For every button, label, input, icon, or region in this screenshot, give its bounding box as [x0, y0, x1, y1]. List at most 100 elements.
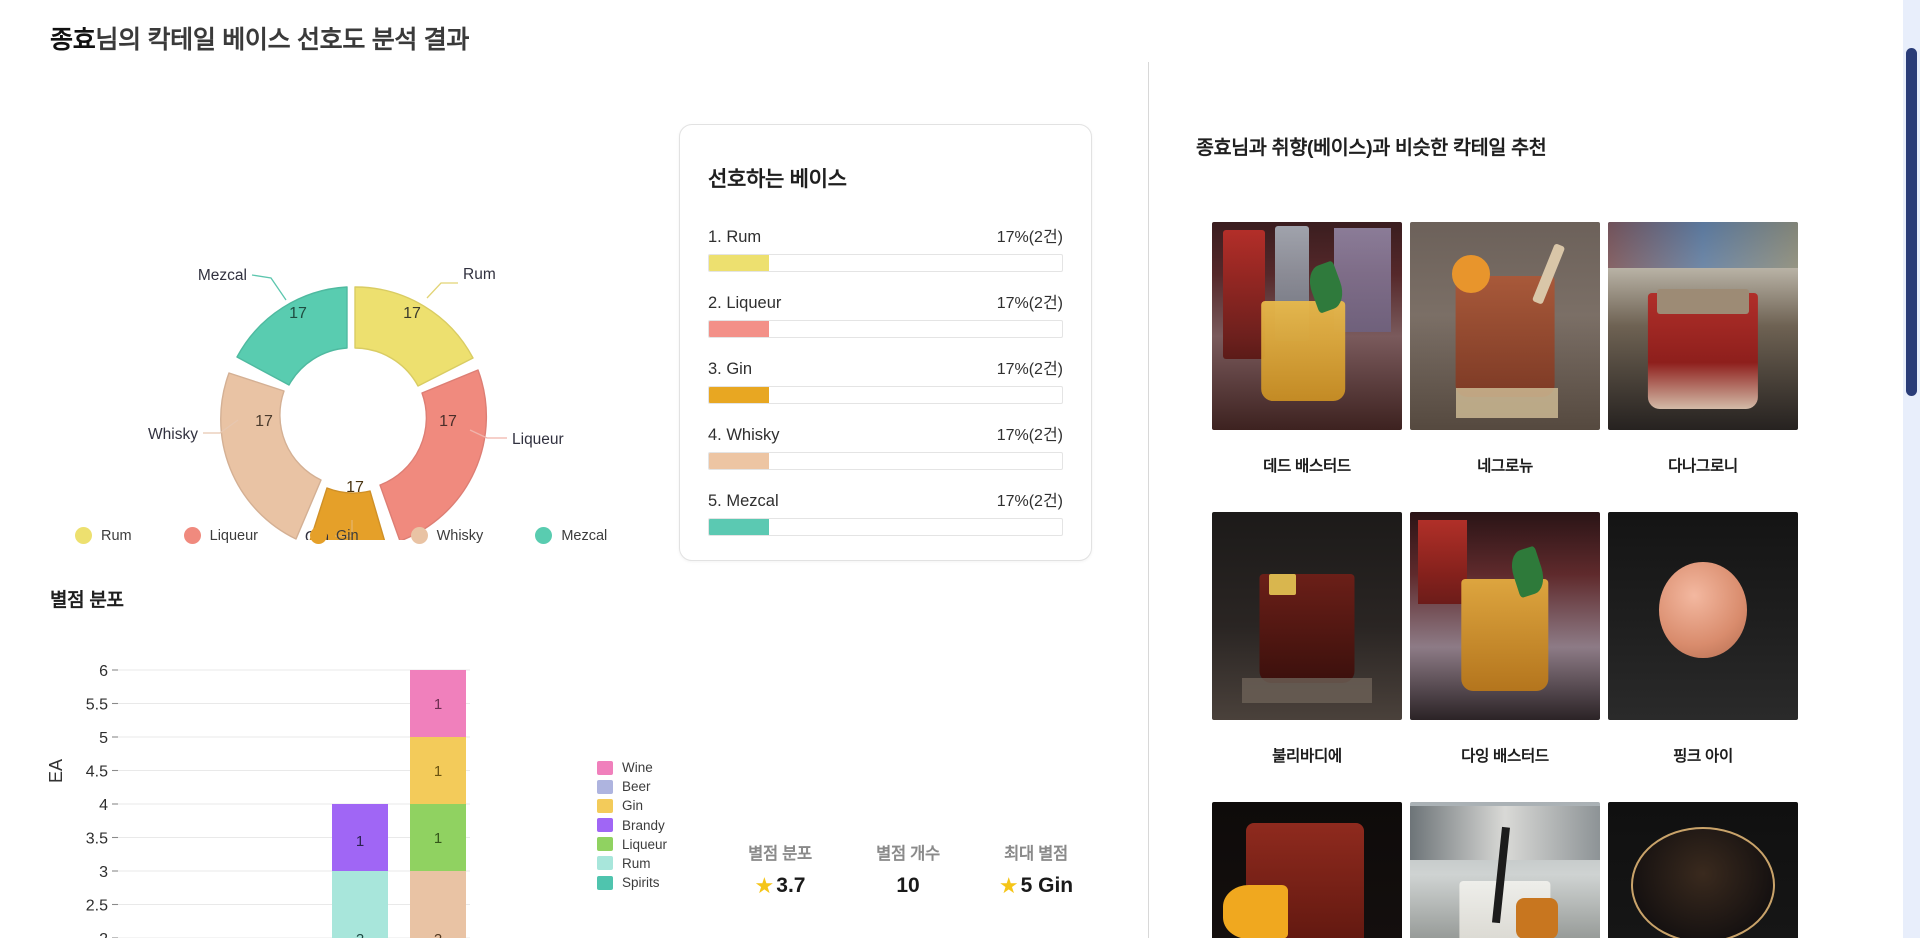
- preference-rank-label: 5. Mezcal: [708, 492, 779, 510]
- bar-chart-legend-item-rum[interactable]: Rum: [597, 856, 667, 871]
- stat-value: 3.7: [776, 874, 806, 897]
- donut-slice-rum[interactable]: [354, 286, 474, 387]
- page-title: 종효님의 칵테일 베이스 선호도 분석 결과: [50, 20, 469, 56]
- preference-percent-label: 17%(2건): [996, 493, 1063, 510]
- bar-chart-legend-swatch-brandy: [597, 818, 613, 833]
- preference-rank-label: 2. Liqueur: [708, 294, 782, 312]
- cocktail-thumbnail[interactable]: [1410, 222, 1600, 430]
- cocktail-thumbnail[interactable]: [1608, 222, 1798, 430]
- svg-text:3: 3: [99, 864, 108, 881]
- donut-legend-swatch-whisky: [410, 527, 428, 544]
- bar-chart-y-tick-labels: 6 5.5 5 4.5 4 3.5 3 2.5 2: [86, 663, 108, 938]
- cocktail-thumbnail[interactable]: [1410, 512, 1600, 720]
- bar-chart-legend-item-wine[interactable]: Wine: [597, 760, 667, 775]
- recommendation-card[interactable]: [1212, 802, 1402, 938]
- donut-legend-label-rum: Rum: [101, 527, 132, 544]
- donut-legend-label-gin: Gin: [336, 527, 359, 544]
- bar-chart-legend-label-beer: Beer: [622, 779, 651, 795]
- bar-segment-value-gin: 1: [434, 763, 442, 780]
- donut-slice-whisky[interactable]: [220, 372, 322, 540]
- bar-chart-legend-item-spirits[interactable]: Spirits: [597, 875, 667, 890]
- recommendation-card[interactable]: 네그로뉴: [1410, 222, 1600, 512]
- bar-chart-legend-item-beer[interactable]: Beer: [597, 779, 667, 794]
- preference-bar-track: [708, 320, 1063, 338]
- donut-legend-item-rum[interactable]: Rum: [75, 527, 132, 544]
- recommendation-card[interactable]: [1608, 802, 1798, 938]
- donut-legend-item-whisky[interactable]: Whisky: [410, 527, 483, 544]
- preference-bar-track: [708, 452, 1063, 470]
- donut-value-mezcal: 17: [289, 305, 307, 322]
- recommendation-card[interactable]: 불리바디에: [1212, 512, 1402, 802]
- cocktail-thumbnail[interactable]: [1608, 802, 1798, 938]
- preference-bar-track: [708, 254, 1063, 272]
- preference-row[interactable]: 2. Liqueur 17%(2건): [708, 289, 1063, 338]
- star-distribution-bar-chart[interactable]: EA 6 5.5 5 4.5 4 3.5 3 2.5 1 1 1 1: [40, 655, 640, 938]
- cocktail-thumbnail[interactable]: [1608, 512, 1798, 720]
- svg-text:2.5: 2.5: [86, 898, 108, 915]
- donut-slice-liqueur[interactable]: [379, 369, 488, 540]
- bar-chart-legend-swatch-beer: [597, 779, 613, 794]
- base-preference-donut-chart[interactable]: 17 17 17 17 17 Rum Liqueur Gin Whisky Me…: [55, 120, 665, 540]
- preference-bar-track: [708, 386, 1063, 404]
- cocktail-thumbnail[interactable]: [1212, 802, 1402, 938]
- preference-bar-fill: [709, 519, 769, 535]
- recommendation-card[interactable]: 다잉 배스터드: [1410, 512, 1600, 802]
- bar-stack-1[interactable]: 1 2: [332, 804, 388, 938]
- preference-row[interactable]: 1. Rum 17%(2건): [708, 223, 1063, 272]
- preference-row[interactable]: 5. Mezcal 17%(2건): [708, 487, 1063, 536]
- bar-stack-2[interactable]: 1 1 1 2: [410, 670, 466, 938]
- panel-divider: [1148, 62, 1149, 938]
- recommendation-card[interactable]: 핑크 아이: [1608, 512, 1798, 802]
- page-title-rest: 님의 칵테일 베이스 선호도 분석 결과: [95, 26, 470, 54]
- cocktail-name: 다잉 배스터드: [1461, 748, 1549, 765]
- bar-chart-legend-label-spirits: Spirits: [622, 875, 660, 891]
- donut-legend-swatch-gin: [310, 527, 327, 544]
- svg-text:5.5: 5.5: [86, 697, 108, 714]
- donut-value-liqueur: 17: [439, 413, 457, 430]
- bar-chart-legend-item-gin[interactable]: Gin: [597, 798, 667, 813]
- stat-label: 별점 분포: [748, 845, 812, 863]
- page-scrollbar-track[interactable]: [1903, 0, 1920, 938]
- recommendation-card[interactable]: 데드 배스터드: [1212, 222, 1402, 512]
- star-distribution-title: 별점 분포: [50, 590, 124, 611]
- recommendation-card[interactable]: [1410, 802, 1600, 938]
- bar-segment-value-whisky: 2: [434, 931, 442, 938]
- donut-legend-item-mezcal[interactable]: Mezcal: [535, 527, 607, 544]
- donut-legend-item-gin[interactable]: Gin: [310, 527, 359, 544]
- preference-bar-fill: [709, 321, 769, 337]
- preference-bar-fill: [709, 453, 769, 469]
- bar-chart-legend-label-rum: Rum: [622, 855, 651, 871]
- donut-legend-swatch-liqueur: [183, 527, 201, 544]
- recommendations-title: 종효님과 취향(베이스)과 비슷한 칵테일 추천: [1196, 137, 1547, 159]
- bar-segment-rum[interactable]: [332, 871, 388, 938]
- bar-segment-value-rum: 2: [356, 931, 364, 938]
- bar-chart-legend-item-liqueur[interactable]: Liqueur: [597, 837, 667, 852]
- recommendation-card[interactable]: 다나그로니: [1608, 222, 1798, 512]
- page-scrollbar-thumb[interactable]: [1906, 48, 1917, 396]
- stat-value-wrap: ★ 5 Gin: [972, 874, 1100, 898]
- stat-rating-count: 별점 개수 10: [844, 840, 972, 898]
- bar-segment-whisky[interactable]: [410, 871, 466, 938]
- donut-legend-swatch-rum: [75, 527, 92, 544]
- donut-legend-label-liqueur: Liqueur: [209, 527, 258, 544]
- svg-text:4: 4: [99, 797, 108, 814]
- donut-slice-mezcal[interactable]: [236, 286, 348, 386]
- stat-value: 5 Gin: [1020, 874, 1074, 897]
- bar-segment-value-wine: 1: [434, 696, 442, 713]
- donut-legend-item-liqueur[interactable]: Liqueur: [183, 527, 258, 544]
- cocktail-name: 불리바디에: [1272, 748, 1342, 765]
- cocktail-thumbnail[interactable]: [1212, 222, 1402, 430]
- bar-chart-legend-item-brandy[interactable]: Brandy: [597, 818, 667, 833]
- preferred-base-card: 선호하는 베이스 1. Rum 17%(2건) 2. Liqueur 17%(2…: [679, 124, 1092, 561]
- preference-rank-label: 1. Rum: [708, 228, 762, 246]
- donut-legend-swatch-mezcal: [535, 527, 553, 544]
- preference-row[interactable]: 3. Gin 17%(2건): [708, 355, 1063, 404]
- preference-row[interactable]: 4. Whisky 17%(2건): [708, 421, 1063, 470]
- cocktail-thumbnail[interactable]: [1212, 512, 1402, 720]
- stat-label: 별점 개수: [876, 845, 940, 863]
- stat-label: 최대 별점: [1004, 845, 1068, 863]
- stat-max-rating: 최대 별점 ★ 5 Gin: [972, 840, 1100, 898]
- cocktail-name: 핑크 아이: [1673, 748, 1733, 765]
- preference-percent-label: 17%(2건): [996, 295, 1063, 312]
- cocktail-thumbnail[interactable]: [1410, 802, 1600, 938]
